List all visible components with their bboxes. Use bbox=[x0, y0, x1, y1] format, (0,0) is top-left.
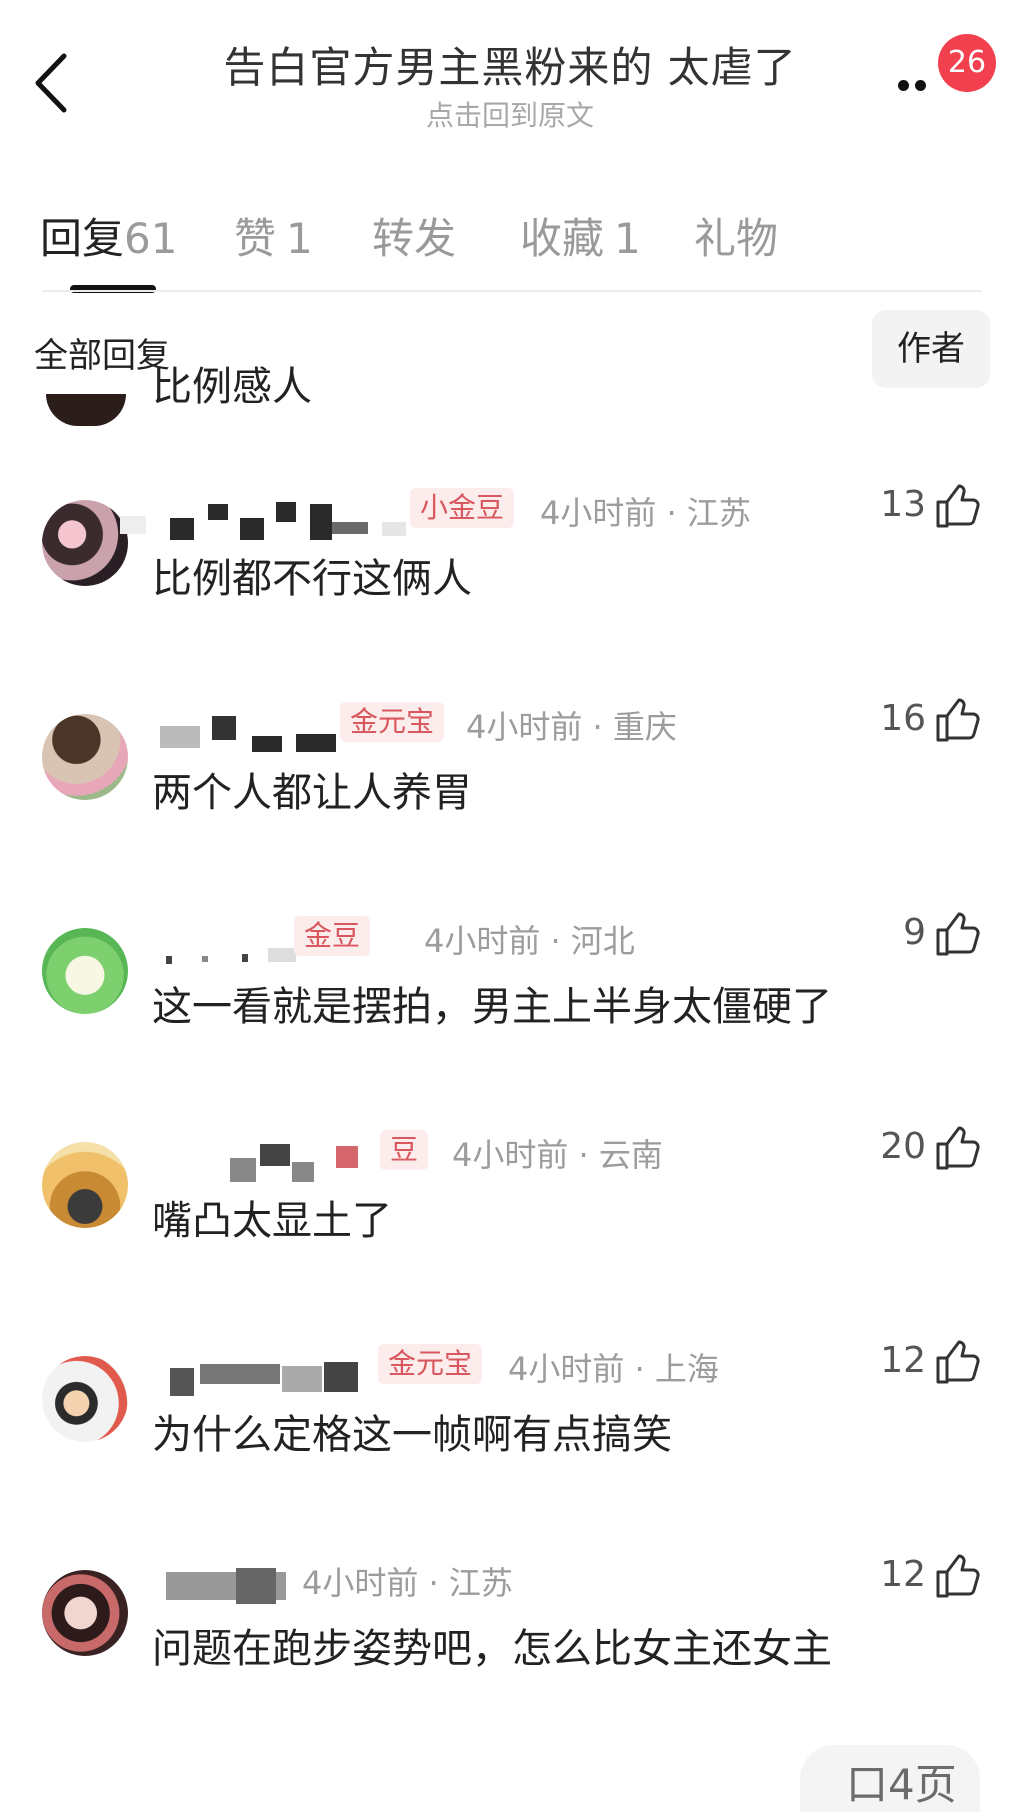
user-badge: 金豆 bbox=[294, 916, 371, 956]
thumbs-up-icon bbox=[936, 1340, 980, 1384]
avatar[interactable] bbox=[42, 1142, 128, 1228]
more-options-button[interactable] bbox=[898, 68, 942, 98]
tab-likes[interactable]: 赞1 bbox=[234, 205, 313, 266]
username-blurred[interactable] bbox=[164, 1358, 364, 1398]
user-badge: 金元宝 bbox=[378, 1344, 483, 1384]
comment-location: 重庆 bbox=[612, 708, 677, 746]
comment-meta: 4小时前 · 上海 bbox=[508, 1350, 719, 1388]
like-button[interactable] bbox=[934, 1124, 982, 1172]
tab-label: 礼物 bbox=[694, 214, 779, 263]
avatar[interactable] bbox=[46, 394, 126, 426]
like-count: 12 bbox=[880, 1340, 926, 1381]
thumbs-up-icon bbox=[936, 1126, 980, 1170]
username-blurred[interactable] bbox=[166, 1566, 296, 1606]
tab-label: 转发 bbox=[372, 214, 457, 263]
comment-location: 河北 bbox=[570, 922, 635, 960]
comment-item: 金豆 4小时前 · 河北 9 这一看就是摆拍，男主上半身太僵硬了 bbox=[0, 906, 1023, 1106]
like-count: 13 bbox=[880, 484, 926, 525]
back-button[interactable] bbox=[30, 48, 80, 118]
like-button[interactable] bbox=[934, 1552, 982, 1600]
comment-location: 江苏 bbox=[448, 1564, 513, 1602]
comment-text: 问题在跑步姿势吧，怎么比女主还女主 bbox=[152, 1626, 832, 1672]
like-count: 12 bbox=[880, 1554, 926, 1595]
comment-meta: 4小时前 · 江苏 bbox=[540, 494, 751, 532]
user-badge: 金元宝 bbox=[340, 702, 445, 742]
reaction-tabs: 回复61 赞1 转发 收藏 1 礼物 bbox=[0, 195, 1023, 295]
author-filter-button[interactable]: 作者 bbox=[872, 310, 990, 388]
avatar[interactable] bbox=[42, 928, 128, 1014]
username-blurred[interactable] bbox=[100, 502, 410, 542]
comment-location: 上海 bbox=[654, 1350, 719, 1388]
tab-count: 1 bbox=[614, 214, 641, 263]
username-blurred[interactable] bbox=[160, 716, 340, 756]
comment-text: 两个人都让人养胃 bbox=[152, 770, 472, 816]
tab-gifts[interactable]: 礼物 bbox=[694, 205, 778, 266]
back-arrow-icon bbox=[35, 53, 67, 113]
tab-reposts[interactable]: 转发 bbox=[372, 205, 456, 266]
floating-button-label: 口4页 bbox=[846, 1760, 957, 1809]
comment-meta: 4小时前 · 江苏 bbox=[302, 1564, 513, 1602]
user-badge: 小金豆 bbox=[410, 488, 515, 528]
like-button[interactable] bbox=[934, 910, 982, 958]
comment-meta: 4小时前 · 重庆 bbox=[466, 708, 677, 746]
tab-replies[interactable]: 回复61 bbox=[40, 205, 177, 266]
comment-text: 比例感人 bbox=[152, 364, 312, 410]
thumbs-up-icon bbox=[936, 698, 980, 742]
thumbs-up-icon bbox=[936, 912, 980, 956]
user-badge: 豆 bbox=[380, 1130, 429, 1170]
comment-time: 4小时前 bbox=[540, 494, 657, 532]
like-count: 16 bbox=[880, 698, 926, 739]
tab-label: 收藏 bbox=[520, 214, 605, 263]
tab-label: 回复 bbox=[40, 214, 125, 263]
comment-time: 4小时前 bbox=[508, 1350, 625, 1388]
avatar[interactable] bbox=[42, 714, 128, 800]
comment-time: 4小时前 bbox=[302, 1564, 419, 1602]
notification-badge[interactable]: 26 bbox=[938, 34, 996, 92]
avatar[interactable] bbox=[42, 1570, 128, 1656]
floating-action-button[interactable]: 口4页 bbox=[800, 1745, 980, 1812]
post-title[interactable]: 告白官方男主黑粉来的 太虐了 bbox=[150, 34, 870, 95]
like-button[interactable] bbox=[934, 696, 982, 744]
comment-text: 比例都不行这俩人 bbox=[152, 556, 472, 602]
comment-location: 云南 bbox=[598, 1136, 663, 1174]
comment-item: 金元宝 4小时前 · 上海 12 为什么定格这一帧啊有点搞笑 bbox=[0, 1334, 1023, 1534]
tab-count: 61 bbox=[124, 214, 178, 263]
comment-item: 小金豆 4小时前 · 江苏 13 比例都不行这俩人 bbox=[0, 478, 1023, 678]
comment-item: 金元宝 4小时前 · 重庆 16 两个人都让人养胃 bbox=[0, 692, 1023, 892]
comment-meta: 4小时前 · 河北 bbox=[424, 922, 635, 960]
like-button[interactable] bbox=[934, 482, 982, 530]
tab-count: 1 bbox=[286, 214, 313, 263]
avatar[interactable] bbox=[42, 1356, 128, 1442]
like-button[interactable] bbox=[934, 1338, 982, 1386]
comment-item: 豆 4小时前 · 云南 20 嘴凸太显土了 bbox=[0, 1120, 1023, 1320]
back-to-post-link[interactable]: 点击回到原文 bbox=[150, 94, 870, 134]
thumbs-up-icon bbox=[936, 484, 980, 528]
username-blurred[interactable] bbox=[200, 1144, 400, 1184]
comment-time: 4小时前 bbox=[424, 922, 541, 960]
comment-time: 4小时前 bbox=[466, 708, 583, 746]
comment-location: 江苏 bbox=[686, 494, 751, 532]
comment-text: 这一看就是摆拍，男主上半身太僵硬了 bbox=[152, 984, 832, 1030]
comment-text: 嘴凸太显土了 bbox=[152, 1198, 392, 1244]
tab-favorites[interactable]: 收藏 1 bbox=[520, 205, 641, 266]
divider bbox=[42, 290, 982, 292]
comment-item: 4小时前 · 江苏 12 问题在跑步姿势吧，怎么比女主还女主 bbox=[0, 1548, 1023, 1748]
comment-meta: 4小时前 · 云南 bbox=[452, 1136, 663, 1174]
more-dots-icon bbox=[915, 80, 926, 91]
top-bar: 告白官方男主黑粉来的 太虐了 点击回到原文 26 bbox=[0, 0, 1023, 150]
thumbs-up-icon bbox=[936, 1554, 980, 1598]
more-dots-icon bbox=[898, 80, 909, 91]
username-blurred[interactable] bbox=[150, 930, 300, 970]
comment-text: 为什么定格这一帧啊有点搞笑 bbox=[152, 1412, 672, 1458]
all-replies-label: 全部回复 bbox=[34, 336, 170, 376]
tab-label: 赞 bbox=[234, 214, 277, 263]
comment-time: 4小时前 bbox=[452, 1136, 569, 1174]
like-count: 9 bbox=[903, 912, 926, 953]
like-count: 20 bbox=[880, 1126, 926, 1167]
